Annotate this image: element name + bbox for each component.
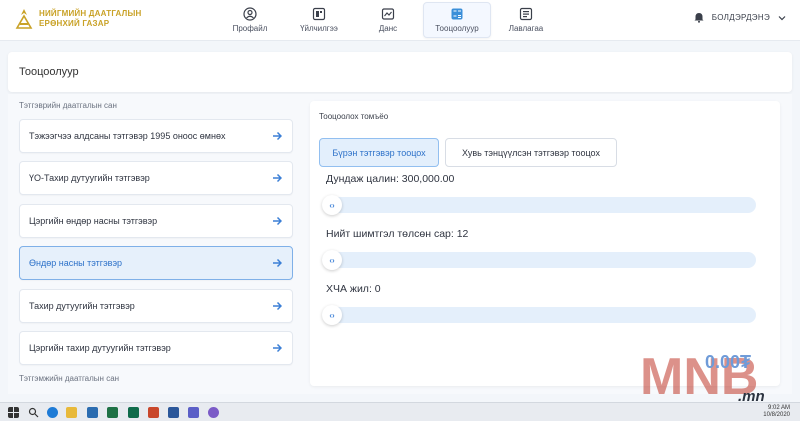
nav-calculator-label: Тооцоолуур <box>435 24 479 33</box>
word-icon[interactable] <box>168 407 179 418</box>
page-header-card: Тооцоолуур <box>8 52 792 92</box>
system-clock[interactable]: 9:02 AM 10/8/2020 <box>763 405 790 419</box>
arrow-right-icon <box>273 173 282 183</box>
arrow-right-icon <box>273 131 282 141</box>
nav-services[interactable]: Үйлчилгээ <box>285 2 353 38</box>
average-salary-label: Дундаж цалин: 300,000.00 <box>326 173 455 185</box>
main-nav: Профайл Үйлчилгээ Данс Тооцоолуур Лавлаг… <box>216 2 561 38</box>
tab-full-pension[interactable]: Бүрэн тэтгэвэр тооцох <box>319 138 439 167</box>
bell-icon[interactable] <box>694 12 704 23</box>
monitor-icon <box>381 8 395 20</box>
nav-reference-label: Лавлагаа <box>508 24 544 33</box>
years-label: ХЧА жил: 0 <box>326 283 381 295</box>
months-paid-slider[interactable]: ‹› <box>322 250 756 270</box>
mail-icon[interactable] <box>87 407 98 418</box>
list-item[interactable]: Тахир дутуугийн тэтгэвэр <box>19 289 293 323</box>
nav-services-label: Үйлчилгээ <box>300 24 338 33</box>
arrow-right-icon <box>273 301 282 311</box>
nav-reference[interactable]: Лавлагаа <box>492 2 560 38</box>
slider-handle-icon[interactable]: ‹› <box>322 195 342 215</box>
viber-icon[interactable] <box>208 407 219 418</box>
arrow-right-icon <box>273 343 282 353</box>
user-circle-icon <box>243 7 257 21</box>
tab-proportional-pension[interactable]: Хувь тэнцүүлсэн тэтгэвэр тооцох <box>445 138 617 167</box>
years-slider[interactable]: ‹› <box>322 305 756 325</box>
calculator-title: Тооцоолох томъёо <box>319 112 389 121</box>
logo-line-1: НИЙГМИЙН ДААТГАЛЫН <box>39 9 142 18</box>
list-item[interactable]: Тэжээгчээ алдсаны тэтгэвэр 1995 оноос өм… <box>19 119 293 153</box>
list-item-label: Тахир дутуугийн тэтгэвэр <box>29 301 135 311</box>
calculator-icon <box>451 8 463 20</box>
teams-icon[interactable] <box>188 407 199 418</box>
logo-line-2: ЕРӨНХИЙ ГАЗАР <box>39 19 110 28</box>
nav-profile-label: Профайл <box>232 24 268 33</box>
logo[interactable]: НИЙГМИЙН ДААТГАЛЫН ЕРӨНХИЙ ГАЗАР <box>14 8 141 30</box>
slider-handle-icon[interactable]: ‹› <box>322 250 342 270</box>
user-menu[interactable]: БОЛДЭРДЭНЭ <box>694 12 786 23</box>
benefit-fund-label: Тэтгэмжийн даатгалын сан <box>19 374 120 383</box>
user-name: БОЛДЭРДЭНЭ <box>711 13 770 22</box>
list-item-label: Өндөр насны тэтгэвэр <box>29 258 123 268</box>
arrow-right-icon <box>273 216 282 226</box>
list-item-selected[interactable]: Өндөр насны тэтгэвэр <box>19 246 293 280</box>
nav-account[interactable]: Данс <box>354 2 422 38</box>
average-salary-slider[interactable]: ‹› <box>322 195 756 215</box>
page-title: Тооцоолуур <box>19 66 79 78</box>
list-item-label: Цэргийн тахир дутуугийн тэтгэвэр <box>29 343 171 353</box>
os-taskbar: 9:02 AM 10/8/2020 <box>0 402 800 421</box>
months-paid-label: Нийт шимтгэл төлсөн сар: 12 <box>326 228 469 240</box>
reference-icon <box>519 7 533 21</box>
calculator-panel: Тооцоолох томъёо Бүрэн тэтгэвэр тооцох Х… <box>310 101 780 386</box>
arrow-right-icon <box>273 258 282 268</box>
slider-handle-icon[interactable]: ‹› <box>322 305 342 325</box>
pension-fund-label: Тэтгэврийн даатгалын сан <box>19 101 117 110</box>
logo-emblem-icon <box>15 9 33 29</box>
nav-profile[interactable]: Профайл <box>216 2 284 38</box>
list-item[interactable]: Цэргийн тахир дутуугийн тэтгэвэр <box>19 331 293 365</box>
clock-date: 10/8/2020 <box>763 412 790 418</box>
windows-start-icon[interactable] <box>8 407 19 418</box>
app-icon[interactable] <box>128 407 139 418</box>
list-item[interactable]: Цэргийн өндөр насны тэтгэвэр <box>19 204 293 238</box>
top-navbar: НИЙГМИЙН ДААТГАЛЫН ЕРӨНХИЙ ГАЗАР Профайл… <box>0 0 800 41</box>
search-icon[interactable] <box>28 407 39 418</box>
file-explorer-icon[interactable] <box>66 407 77 418</box>
nav-calculator[interactable]: Тооцоолуур <box>423 2 491 38</box>
nav-account-label: Данс <box>378 24 398 33</box>
list-item[interactable]: ҮО-Тахир дутуугийн тэтгэвэр <box>19 161 293 195</box>
result-value: 0.00₮ <box>705 352 752 372</box>
powerpoint-icon[interactable] <box>148 407 159 418</box>
excel-icon[interactable] <box>107 407 118 418</box>
list-item-label: Цэргийн өндөр насны тэтгэвэр <box>29 216 158 226</box>
chevron-down-icon[interactable] <box>778 14 786 22</box>
services-icon <box>312 7 326 21</box>
edge-browser-icon[interactable] <box>47 407 58 418</box>
list-item-label: Тэжээгчээ алдсаны тэтгэвэр 1995 оноос өм… <box>29 131 226 141</box>
list-item-label: ҮО-Тахир дутуугийн тэтгэвэр <box>29 173 150 183</box>
clock-time: 9:02 AM <box>767 405 790 411</box>
